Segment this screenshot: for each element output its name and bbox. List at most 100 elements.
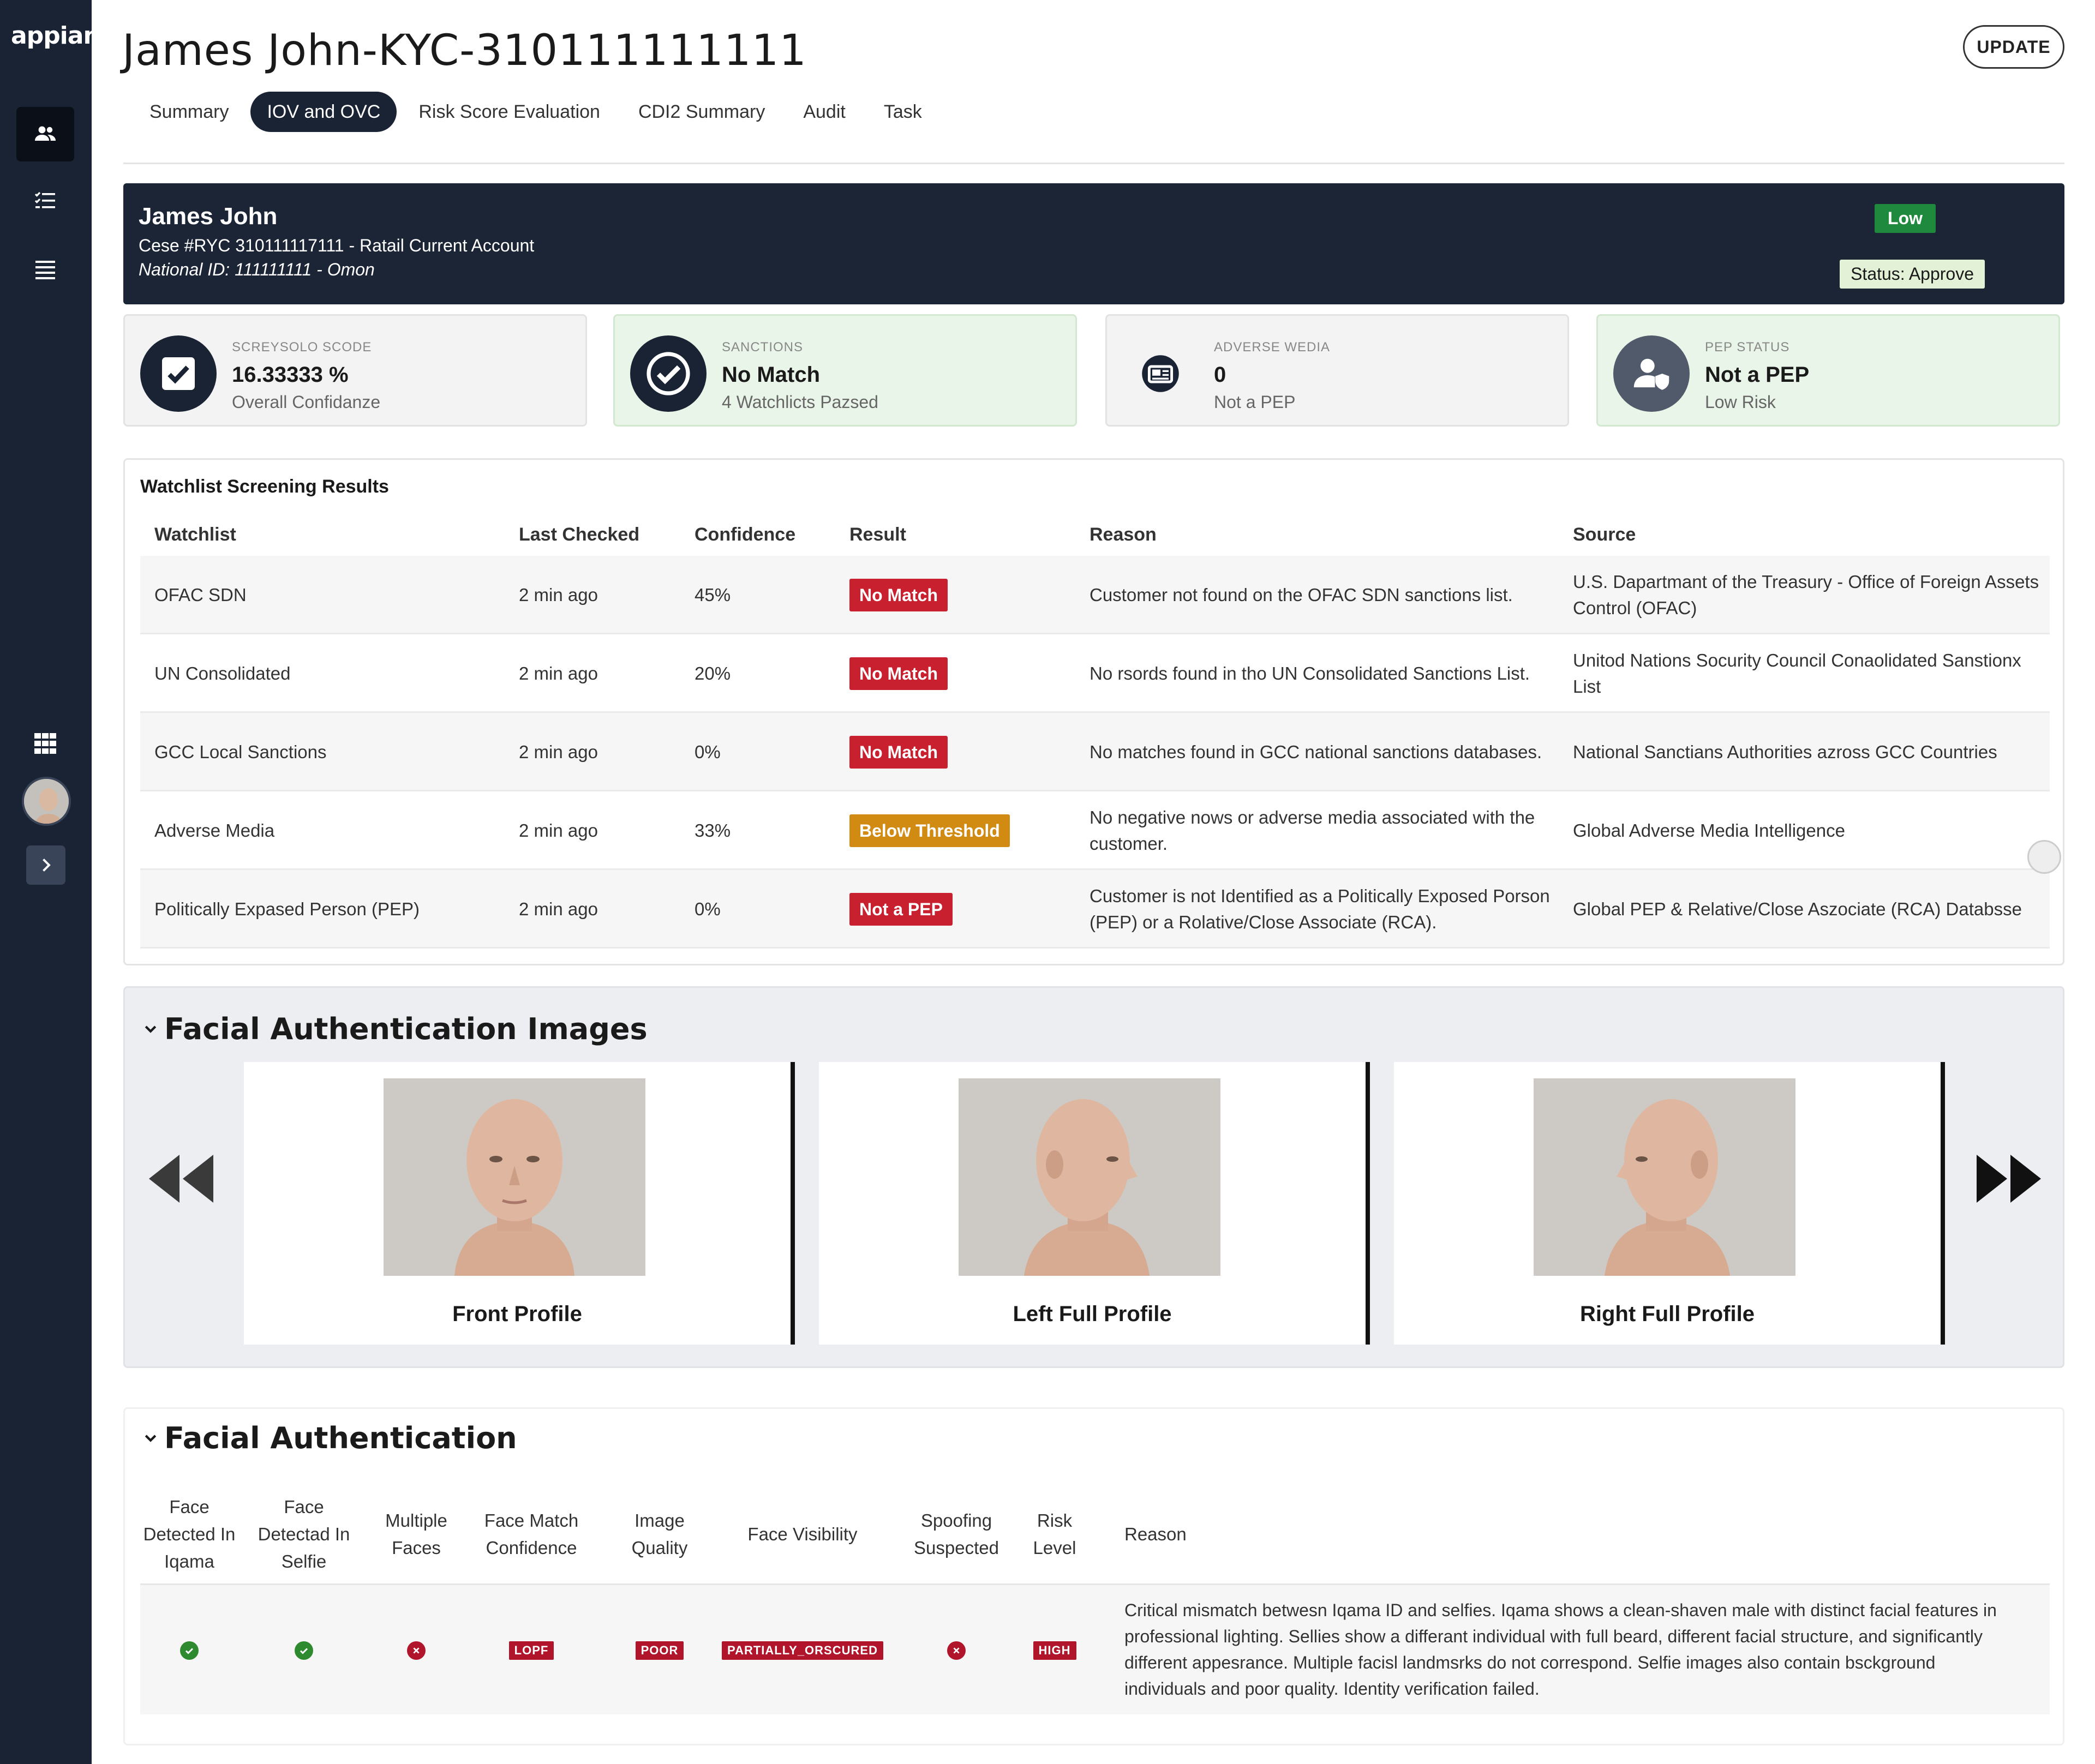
image-quality-cell: POOR [610, 1585, 709, 1716]
last-checked: 2 min ago [519, 742, 598, 762]
result-cell: Below Threshold [849, 791, 1079, 870]
table-row[interactable]: Politically Expased Person (PEP) 2 min ag… [140, 870, 2050, 949]
column-header-match-confidence[interactable]: Face Match Confidence [474, 1491, 589, 1578]
watchlist-name: UN Consolidated [154, 663, 291, 683]
image-quality-badge: POOR [635, 1641, 684, 1660]
confidence-value: 0% [695, 742, 721, 762]
header-divider [123, 163, 2064, 164]
column-header-face-visibility[interactable]: Face Visibility [722, 1491, 883, 1578]
close-icon [407, 1641, 426, 1660]
tab-risk-score-evaluation[interactable]: Risk Score Evaluation [402, 92, 616, 132]
grid-icon[interactable] [16, 716, 74, 770]
source-text: Global PEP & Relative/Close Aszociate (R… [1573, 899, 2022, 919]
card-subtext: Not a PEP [1214, 392, 1296, 412]
source-text: Global Adverse Media Intelligence [1573, 820, 1845, 841]
photo-label: Front Profile [452, 1302, 582, 1326]
confidence-value: 20% [695, 663, 731, 683]
main-content: James John-KYC-310111111111 UPDATE Summa… [92, 0, 2095, 1764]
column-header-face-iqama[interactable]: Face Detected In Iqama [140, 1491, 238, 1578]
match-confidence-cell: LOPF [474, 1585, 589, 1716]
card-subtext: Overall Confidanze [232, 392, 381, 412]
result-badge: Not a PEP [849, 893, 953, 926]
result-cell: No Match [849, 556, 1079, 634]
column-header-multiple-faces[interactable]: Multiple Faces [373, 1491, 460, 1578]
card-subtext: 4 Watchlicts Pazsed [722, 392, 878, 412]
confidence-value: 45% [695, 585, 731, 605]
chevron-down-icon [145, 1025, 157, 1033]
photo-card-front[interactable]: Front Profile [244, 1062, 795, 1345]
column-header-watchlist[interactable]: Watchlist [154, 524, 236, 545]
tab-summary[interactable]: Summary [133, 92, 245, 132]
left-profile-image [959, 1078, 1220, 1276]
table-row: LOPF POOR PARTIALLY_ORSCURED HIGH Critic… [140, 1583, 2050, 1714]
facial-auth-header[interactable]: Facial Authentication [142, 1421, 517, 1455]
photo-card-right[interactable]: Right Full Profile [1394, 1062, 1945, 1345]
reason-text: No rsords found in tho UN Consolidated S… [1090, 663, 1530, 683]
screening-score-card: SCREYSOLO SCODE 16.33333 % Overall Confi… [123, 314, 587, 427]
reason-text: Critical mismatch betwesn Iqama ID and s… [1124, 1600, 1997, 1699]
column-header-image-quality[interactable]: Image Quality [610, 1491, 709, 1578]
national-id-line: National ID: 111111111 - Omon [139, 260, 375, 279]
tab-cdi2-summary[interactable]: CDI2 Summary [622, 92, 781, 132]
scroll-button[interactable] [2027, 840, 2061, 874]
card-subtext: Low Risk [1705, 392, 1776, 412]
facial-auth-panel: Facial Authentication Face Detected In I… [123, 1407, 2064, 1745]
table-row[interactable]: OFAC SDN 2 min ago 45% No Match Customer not… [140, 556, 2050, 634]
risk-badge: Low [1875, 204, 1936, 233]
user-shield-icon [1613, 335, 1690, 412]
confidence-value: 0% [695, 899, 721, 919]
fast-forward-icon[interactable] [1974, 1151, 2045, 1206]
close-icon [947, 1641, 966, 1660]
confidence-value: 33% [695, 820, 731, 841]
sanctions-card: SANCTIONS No Match 4 Watchlicts Pazsed [613, 314, 1077, 427]
column-header-result[interactable]: Result [849, 524, 906, 545]
rewind-icon[interactable] [145, 1151, 216, 1206]
users-icon[interactable] [16, 107, 74, 161]
column-header-reason[interactable]: Reason [1124, 1491, 1212, 1578]
column-header-reason[interactable]: Reason [1090, 524, 1157, 545]
checklist-icon[interactable] [16, 175, 74, 229]
face-visibility-badge: PARTIALLY_ORSCURED [722, 1641, 883, 1660]
case-line: Cese #RYC 310111117111 - Ratail Current … [139, 236, 535, 255]
watchlist-name: Adverse Media [154, 820, 275, 841]
risk-level-cell: HIGH [1016, 1585, 1093, 1716]
multiple-faces-cell [373, 1585, 460, 1716]
expand-icon[interactable] [26, 845, 65, 885]
column-header-spoofing[interactable]: Spoofing Suspected [902, 1491, 1011, 1578]
tab-bar: Summary IOV and OVC Risk Score Evaluatio… [133, 92, 944, 132]
photo-label: Right Full Profile [1580, 1302, 1755, 1326]
tab-audit[interactable]: Audit [787, 92, 862, 132]
last-checked: 2 min ago [519, 663, 598, 683]
result-badge: Below Threshold [849, 814, 1010, 847]
column-header-face-selfie[interactable]: Face Detectad In Selfie [255, 1491, 353, 1578]
avatar[interactable] [22, 777, 71, 826]
face-visibility-cell: PARTIALLY_ORSCURED [722, 1585, 883, 1716]
column-header-source[interactable]: Source [1573, 524, 1636, 545]
checkbox-icon [140, 335, 217, 412]
table-row[interactable]: UN Consolidated 2 min ago 20% No Match No rs… [140, 634, 2050, 713]
status-badge: Status: Approve [1840, 260, 1985, 289]
table-row[interactable]: GCC Local Sanctions 2 min ago 0% No Match No… [140, 713, 2050, 791]
column-header-last-checked[interactable]: Last Checked [519, 524, 639, 545]
list-icon[interactable] [16, 242, 74, 297]
check-circle-icon [630, 335, 707, 412]
face-iqama-cell [140, 1585, 238, 1716]
column-header-confidence[interactable]: Confidence [695, 524, 795, 545]
facial-images-header[interactable]: Facial Authentication Images [142, 1012, 648, 1046]
column-header-risk-level[interactable]: Risk Level [1016, 1491, 1093, 1578]
media-icon [1122, 335, 1199, 412]
result-cell: Not a PEP [849, 870, 1079, 949]
last-checked: 2 min ago [519, 899, 598, 919]
face-selfie-cell [255, 1585, 353, 1716]
card-label: SANCTIONS [722, 340, 804, 355]
page-title: James John-KYC-310111111111 [122, 26, 807, 75]
tab-task[interactable]: Task [867, 92, 938, 132]
tab-iov-and-ovc[interactable]: IOV and OVC [250, 92, 397, 132]
result-cell: No Match [849, 634, 1079, 713]
front-profile-image [384, 1078, 645, 1276]
update-button[interactable]: UPDATE [1963, 25, 2064, 69]
table-row[interactable]: Adverse Media 2 min ago 33% Below Threshold… [140, 791, 2050, 870]
customer-name: James John [139, 203, 278, 230]
photo-card-left[interactable]: Left Full Profile [819, 1062, 1370, 1345]
result-badge: No Match [849, 657, 948, 690]
